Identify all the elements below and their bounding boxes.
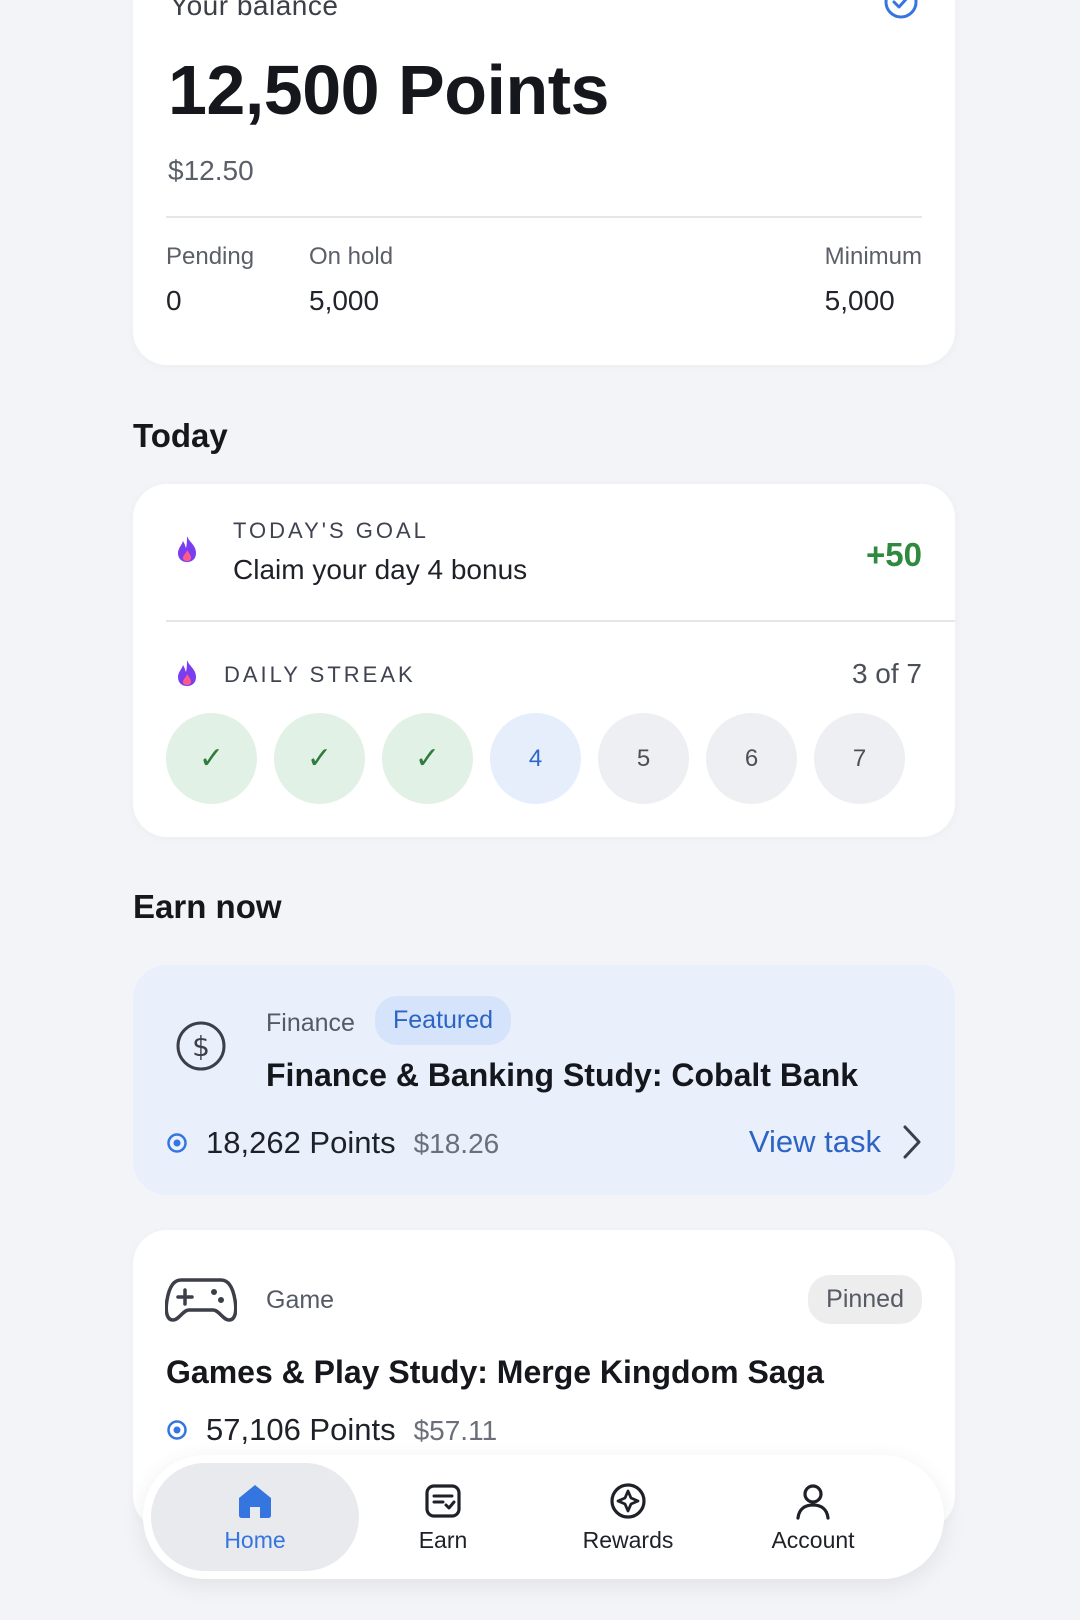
dollar-circle-icon: $ — [176, 1021, 226, 1071]
task-usd: $57.11 — [413, 1415, 498, 1446]
task-usd: $18.26 — [413, 1128, 500, 1159]
stat-label: On hold — [309, 243, 394, 270]
nav-rewards[interactable]: Rewards — [524, 1463, 732, 1571]
stat-on-hold: On hold 5,000 — [309, 243, 393, 317]
streak-day-1[interactable]: ✓ — [166, 713, 257, 804]
task-title: Games & Play Study: Merge Kingdom Saga — [166, 1354, 824, 1390]
points-icon — [167, 1133, 187, 1153]
pinned-badge: Pinned — [808, 1275, 922, 1324]
streak-days: ✓ ✓ ✓ 4 5 6 7 — [166, 713, 905, 804]
streak-day-5[interactable]: 5 — [598, 713, 689, 804]
balance-title: Your balance — [170, 0, 339, 21]
task-points: 57,106 Points — [206, 1412, 396, 1447]
streak-kicker: DAILY STREAK — [224, 662, 416, 687]
stat-value: 5,000 — [309, 285, 380, 316]
nav-label: Account — [771, 1526, 855, 1553]
chevron-right-icon — [903, 1125, 921, 1159]
stat-value: 0 — [166, 285, 182, 316]
earn-icon — [425, 1483, 461, 1518]
nav-account[interactable]: Account — [709, 1463, 917, 1571]
stat-label: Pending — [166, 243, 255, 270]
balance-points: 12,500 Points — [168, 51, 609, 129]
task-card-finance[interactable]: $ Finance Featured Finance & Banking Stu… — [133, 965, 955, 1195]
streak-count: 3 of 7 — [851, 658, 922, 689]
earn-section-title: Earn now — [133, 888, 282, 925]
task-reward: 57,106 Points $57.11 — [166, 1412, 497, 1448]
task-category: Game — [266, 1286, 335, 1314]
streak-day-6[interactable]: 6 — [706, 713, 797, 804]
goal-text: Claim your day 4 bonus — [233, 554, 528, 585]
view-task-label[interactable]: View task — [749, 1124, 881, 1160]
streak-day-2[interactable]: ✓ — [274, 713, 365, 804]
today-card: TODAY'S GOAL Claim your day 4 bonus +50 … — [133, 484, 955, 837]
task-title: Finance & Banking Study: Cobalt Bank — [266, 1057, 859, 1093]
task-category: Finance — [266, 1009, 355, 1037]
streak-day-4[interactable]: 4 — [490, 713, 581, 804]
svg-text:$: $ — [192, 1030, 210, 1063]
streak-day-7[interactable]: 7 — [814, 713, 905, 804]
verified-check-icon[interactable] — [883, 0, 919, 20]
points-icon — [167, 1420, 187, 1440]
goal-reward: +50 — [866, 536, 922, 573]
divider — [166, 216, 922, 218]
featured-badge: Featured — [375, 996, 512, 1045]
nav-earn[interactable]: Earn — [339, 1463, 547, 1571]
bottom-nav: Home Earn Rewards Account — [143, 1455, 944, 1579]
gamepad-icon — [165, 1278, 237, 1322]
divider — [166, 620, 955, 622]
home-icon — [239, 1484, 271, 1518]
nav-label: Rewards — [582, 1526, 674, 1553]
balance-usd: $12.50 — [168, 155, 254, 186]
streak-day-3[interactable]: ✓ — [382, 713, 473, 804]
stat-pending: Pending 0 — [166, 243, 254, 317]
stat-label: Minimum — [824, 243, 922, 270]
account-icon — [796, 1483, 830, 1520]
goal-kicker: TODAY'S GOAL — [233, 518, 429, 543]
rewards-icon — [610, 1482, 646, 1519]
today-section-title: Today — [133, 417, 228, 454]
nav-home[interactable]: Home — [151, 1463, 359, 1571]
flame-icon — [178, 536, 196, 562]
nav-label: Earn — [418, 1526, 468, 1553]
stat-value: 5,000 — [824, 285, 895, 316]
stat-minimum: Minimum 5,000 — [825, 243, 922, 317]
task-reward: 18,262 Points $18.26 — [166, 1125, 499, 1161]
flame-icon — [178, 660, 196, 686]
task-points: 18,262 Points — [206, 1125, 396, 1160]
nav-label: Home — [224, 1526, 286, 1553]
view-task-link[interactable]: View task — [749, 1123, 923, 1161]
balance-card: Your balance 12,500 Points $12.50 Pendin… — [133, 0, 955, 365]
